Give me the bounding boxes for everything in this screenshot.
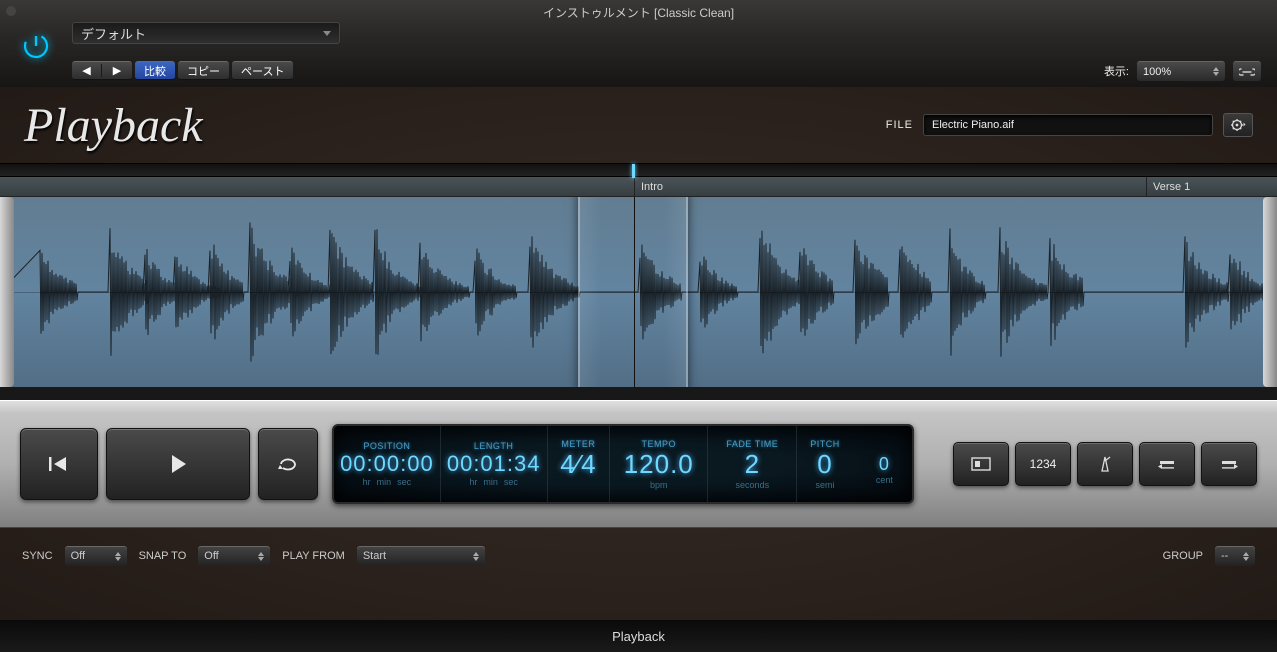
pitch-cent-label: cent (876, 475, 893, 485)
length-value: 00:01:34 (447, 451, 541, 477)
zoom-value: 100% (1143, 66, 1171, 78)
meter-value[interactable]: 4⁄4 (560, 449, 596, 480)
fade-head: FADE TIME (726, 439, 778, 449)
link-button[interactable] (1233, 61, 1261, 81)
overview-track[interactable] (0, 163, 1277, 177)
group-label: GROUP (1163, 550, 1203, 562)
position-head: POSITION (363, 441, 410, 451)
playfrom-label: PLAY FROM (282, 550, 345, 562)
lcd-display: POSITION 00:00:00 hrminsec LENGTH 00:01:… (332, 424, 914, 504)
pitch-semi-value[interactable]: 0 (817, 449, 832, 480)
file-field[interactable]: Electric Piano.aif (923, 114, 1213, 136)
snap-select[interactable]: Off (198, 546, 270, 566)
playfrom-select[interactable]: Start (357, 546, 485, 566)
pitch-semi-label: semi (816, 480, 835, 490)
marker-track[interactable]: Intro Verse 1 (0, 177, 1277, 197)
marker-verse1[interactable]: Verse 1 (1146, 177, 1277, 196)
prev-preset-icon: ◀ (72, 64, 102, 77)
paste-button[interactable]: ペースト (232, 61, 293, 80)
preset-name: デフォルト (81, 24, 146, 43)
tempo-unit: bpm (650, 480, 668, 490)
position-value[interactable]: 00:00:00 (340, 451, 434, 477)
fade-value[interactable]: 2 (745, 449, 760, 480)
solo-button[interactable] (953, 442, 1009, 486)
file-label: FILE (886, 119, 913, 131)
marker-intro[interactable]: Intro (634, 177, 1146, 196)
next-section-button[interactable] (1201, 442, 1257, 486)
end-cap-right (1263, 197, 1277, 387)
end-cap-left (0, 197, 14, 387)
view-label: 表示: (1104, 63, 1129, 79)
copy-button[interactable]: コピー (178, 61, 229, 80)
count-in-button[interactable]: 1234 (1015, 442, 1071, 486)
file-value: Electric Piano.aif (932, 119, 1014, 131)
power-button[interactable] (20, 30, 52, 62)
zoom-select[interactable]: 100% (1137, 61, 1225, 81)
previous-section-button[interactable] (1139, 442, 1195, 486)
next-preset-icon: ▶ (102, 64, 132, 77)
position-units: hrminsec (363, 477, 412, 487)
sync-label: SYNC (22, 550, 53, 562)
group-select[interactable]: -- (1215, 546, 1255, 566)
close-window-icon[interactable] (6, 6, 16, 16)
metronome-button[interactable] (1077, 442, 1133, 486)
action-menu-button[interactable] (1223, 113, 1253, 137)
plugin-logo: Playback (24, 98, 203, 153)
length-units: hrminsec (469, 477, 518, 487)
compare-button[interactable]: 比較 (135, 61, 175, 80)
tempo-head: TEMPO (641, 439, 676, 449)
footer-plugin-name: Playback (0, 620, 1277, 652)
playhead-indicator[interactable] (632, 164, 635, 178)
cycle-button[interactable] (258, 428, 318, 500)
preset-nav[interactable]: ◀ ▶ (72, 61, 132, 80)
meter-head: METER (561, 439, 595, 449)
tempo-value[interactable]: 120.0 (624, 449, 694, 480)
waveform-display[interactable] (0, 197, 1277, 387)
window-title: インストゥルメント [Classic Clean] (0, 0, 1277, 21)
pitch-head: PITCH (810, 439, 840, 449)
go-to-start-button[interactable] (20, 428, 98, 500)
waveform-section: Intro Verse 1 (0, 163, 1277, 400)
snap-label: SNAP TO (139, 550, 187, 562)
fade-unit: seconds (736, 480, 770, 490)
pitch-cent-value[interactable]: 0 (879, 454, 890, 475)
length-head: LENGTH (474, 441, 514, 451)
count-label: 1234 (1030, 457, 1057, 471)
playhead-lens[interactable] (578, 197, 688, 387)
sync-select[interactable]: Off (65, 546, 127, 566)
play-button[interactable] (106, 428, 250, 500)
chevron-down-icon (323, 31, 331, 36)
preset-select[interactable]: デフォルト (72, 22, 340, 44)
